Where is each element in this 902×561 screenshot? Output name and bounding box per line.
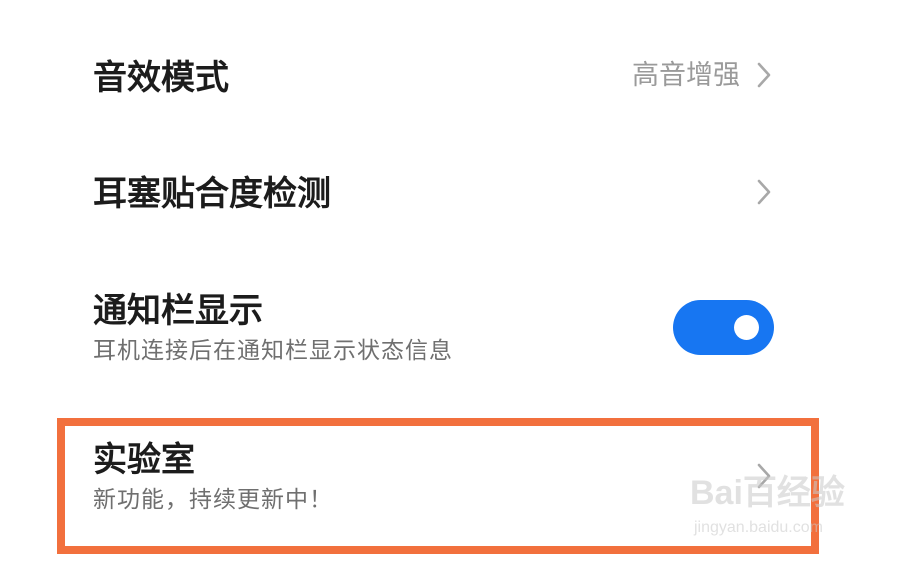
chevron-right-icon: [757, 179, 771, 205]
earbud-fit-test-title: 耳塞贴合度检测: [93, 174, 331, 214]
lab-subtitle: 新功能，持续更新中！: [93, 487, 333, 513]
watermark-url: jingyan.baidu.com: [694, 519, 823, 536]
notification-bar-display-subtitle: 耳机连接后在通知栏显示状态信息: [93, 338, 453, 364]
baidu-jingyan-watermark: Bai百经验 jingyan.baidu.com: [686, 470, 866, 546]
toggle-knob: [734, 315, 759, 340]
notification-bar-display-title: 通知栏显示: [93, 291, 263, 331]
lab-title: 实验室: [93, 440, 195, 480]
chevron-right-icon: [757, 62, 771, 88]
earbud-fit-test-row[interactable]: 耳塞贴合度检测: [0, 155, 902, 235]
sound-mode-value: 高音增强: [632, 60, 740, 91]
sound-mode-title: 音效模式: [93, 58, 229, 98]
notification-bar-toggle[interactable]: [673, 300, 774, 355]
sound-mode-row[interactable]: 音效模式 高音增强: [0, 40, 902, 120]
watermark-logo: Bai百经验: [690, 474, 845, 512]
